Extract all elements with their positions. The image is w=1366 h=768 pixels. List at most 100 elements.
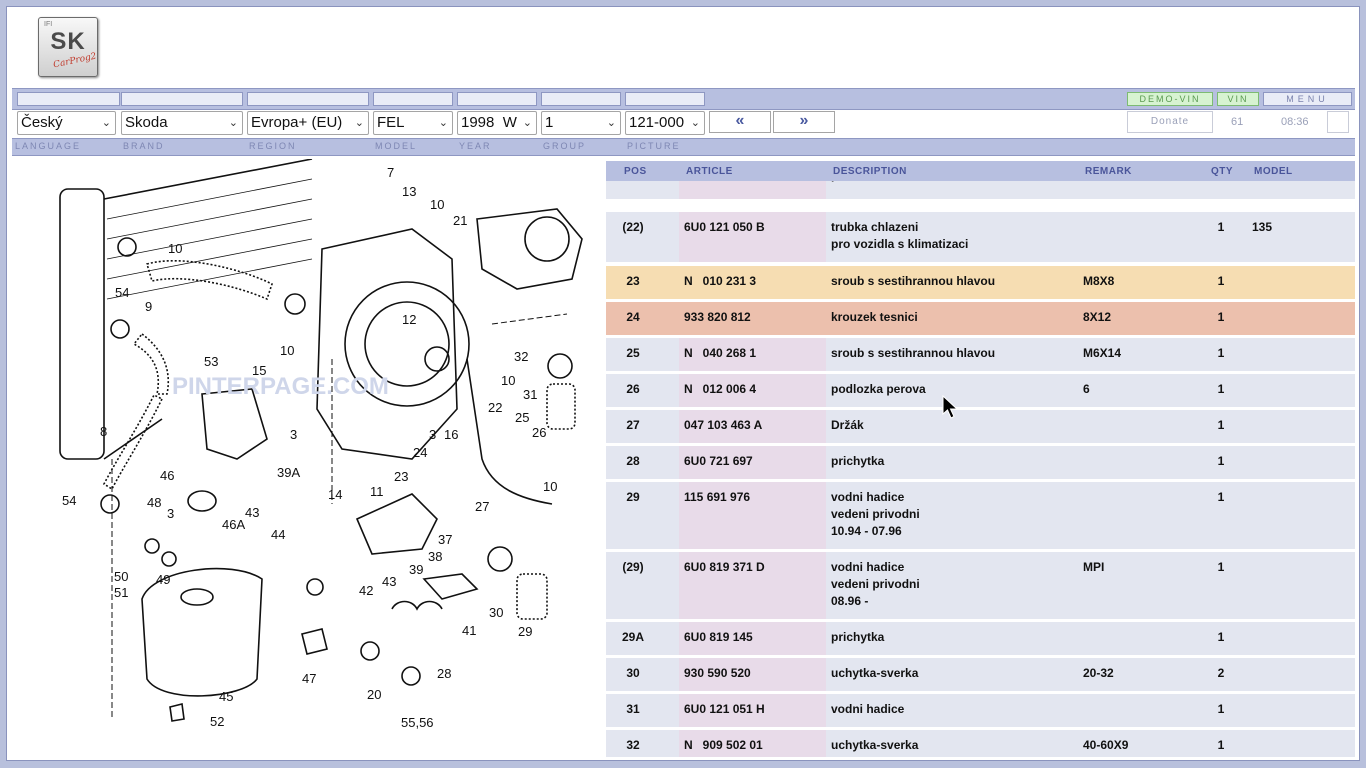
table-row[interactable]: 27 047 103 463 A Držák 1 [606,410,1355,443]
callout-label[interactable]: 27 [475,499,489,514]
callout-label[interactable]: 3 [429,427,436,442]
blank-button-3[interactable] [247,92,369,106]
callout-label[interactable]: 46 [160,468,174,483]
language-select[interactable]: Český ⌄ [17,111,116,135]
callout-label[interactable]: 44 [271,527,285,542]
callout-label[interactable]: 48 [147,495,161,510]
parts-diagram[interactable]: PINTERPAGE.COM 7131021109541210531532311… [12,159,602,757]
callout-label[interactable]: 28 [437,666,451,681]
blank-button-1[interactable] [17,92,120,106]
table-row[interactable]: 31 6U0 121 051 H vodni hadice 1 [606,694,1355,727]
brand-select[interactable]: Skoda ⌄ [121,111,243,135]
next-picture-button[interactable]: » [773,111,835,133]
callout-label[interactable]: 8 [100,424,107,439]
header-description[interactable]: DESCRIPTION [833,166,907,177]
model-select[interactable]: FEL ⌄ [373,111,453,135]
callout-label[interactable]: 16 [444,427,458,442]
blank-button-2[interactable] [121,92,243,106]
callout-label[interactable]: 39A [277,465,300,480]
callout-label[interactable]: 30 [489,605,503,620]
callout-label[interactable]: 10 [501,373,515,388]
row-description-line: krouzek tesnici [831,310,918,324]
callout-label[interactable]: 54 [115,285,129,300]
blank-button-6[interactable] [541,92,621,106]
callout-label[interactable]: 53 [204,354,218,369]
callout-label[interactable]: 23 [394,469,408,484]
demo-vin-button[interactable]: DEMO-VIN [1127,92,1213,106]
carprog-logo[interactable]: IFI SK CarProg2 [38,17,98,77]
callout-label[interactable]: 39 [409,562,423,577]
callout-label[interactable]: 9 [145,299,152,314]
group-select[interactable]: 1 ⌄ [541,111,621,135]
radiator-tank-shape [59,188,105,460]
callout-label[interactable]: 13 [402,184,416,199]
table-row[interactable]: 23 N 010 231 3 sroub s sestihrannou hlavou… [606,266,1355,299]
prev-picture-button[interactable]: « [709,111,771,133]
table-row[interactable]: 26 N 012 006 4 podlozka perova 6 1 [606,374,1355,407]
callout-label[interactable]: 14 [328,487,342,502]
callout-label[interactable]: 41 [462,623,476,638]
year-select[interactable]: 1998 W ⌄ [457,111,537,135]
callout-label[interactable]: 49 [156,572,170,587]
callout-label[interactable]: 43 [245,505,259,520]
table-row[interactable]: (22) 6U0 121 050 B trubka chlazeni pro vozi… [606,212,1355,262]
callout-label[interactable]: 11 [370,484,384,499]
callout-label[interactable]: 24 [413,445,427,460]
table-row[interactable]: 32 N 909 502 01 uchytka-sverka 40-60X9 1 [606,730,1355,757]
callout-label[interactable]: 32 [514,349,528,364]
small-square-button[interactable] [1327,111,1349,133]
callout-label[interactable]: 31 [523,387,537,402]
callout-label[interactable]: 50 [114,569,128,584]
callout-label[interactable]: 54 [62,493,76,508]
table-row[interactable]: 28 6U0 721 697 prichytka 1 [606,446,1355,479]
callout-label[interactable]: 55,56 [401,715,434,730]
row-pos: 28 [626,454,640,468]
header-remark[interactable]: REMARK [1085,166,1132,177]
callout-label[interactable]: 3 [167,506,174,521]
callout-label[interactable]: 15 [252,363,266,378]
callout-label[interactable]: 10 [543,479,557,494]
callout-label[interactable]: 26 [532,425,546,440]
table-row[interactable]: 24 933 820 812 krouzek tesnici 8X12 1 [606,302,1355,335]
callout-label[interactable]: 38 [428,549,442,564]
header-qty[interactable]: QTY [1211,166,1233,177]
callout-label[interactable]: 3 [290,427,297,442]
menu-button[interactable]: MENU [1263,92,1352,106]
callout-label[interactable]: 12 [402,312,416,327]
header-model[interactable]: MODEL [1254,166,1293,177]
callout-label[interactable]: 45 [219,689,233,704]
callout-label[interactable]: 29 [518,624,532,639]
callout-label[interactable]: 42 [359,583,373,598]
callout-label[interactable]: 47 [302,671,316,686]
table-row[interactable]: 29 115 691 976 vodni hadice vedeni privodni… [606,482,1355,549]
row-description: podlozka perova [831,381,926,398]
callout-label[interactable]: 37 [438,532,452,547]
header-article[interactable]: ARTICLE [686,166,733,177]
table-row[interactable]: (29) 6U0 819 371 D vodni hadice vedeni priv… [606,552,1355,619]
blank-button-5[interactable] [457,92,537,106]
donate-button[interactable]: Donate [1127,111,1213,133]
callout-label[interactable]: 21 [453,213,467,228]
callout-label[interactable]: 10 [168,241,182,256]
nut-48-shape [144,538,160,554]
picture-select[interactable]: 121-000 ⌄ [625,111,705,135]
table-row[interactable]: 30 930 590 520 uchytka-sverka 20-32 2 [606,658,1355,691]
callout-label[interactable]: 43 [382,574,396,589]
callout-label[interactable]: 52 [210,714,224,729]
callout-label[interactable]: 25 [515,410,529,425]
item-count: 61 [1231,116,1244,128]
callout-label[interactable]: 20 [367,687,381,702]
callout-label[interactable]: 51 [114,585,128,600]
callout-label[interactable]: 22 [488,400,502,415]
table-row[interactable]: 29A 6U0 819 145 prichytka 1 [606,622,1355,655]
callout-label[interactable]: 46A [222,517,245,532]
callout-label[interactable]: 7 [387,165,394,180]
vin-button[interactable]: VIN [1217,92,1259,106]
table-row[interactable]: 25 N 040 268 1 sroub s sestihrannou hlavou… [606,338,1355,371]
callout-label[interactable]: 10 [280,343,294,358]
header-pos[interactable]: POS [624,166,647,177]
blank-button-4[interactable] [373,92,453,106]
blank-button-7[interactable] [625,92,705,106]
region-select[interactable]: Evropa+ (EU) ⌄ [247,111,369,135]
callout-label[interactable]: 10 [430,197,444,212]
